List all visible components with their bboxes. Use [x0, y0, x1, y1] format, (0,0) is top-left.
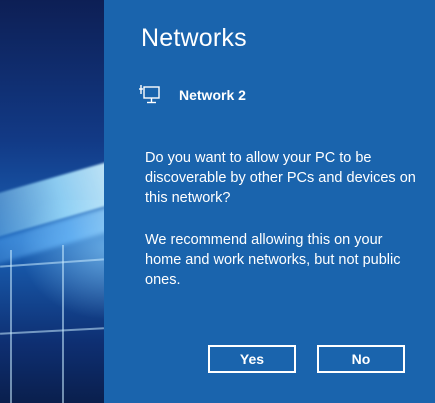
wallpaper-window-frame [10, 250, 12, 403]
network-name: Network 2 [179, 87, 246, 103]
no-button[interactable]: No [317, 345, 405, 373]
network-item[interactable]: Network 2 [138, 82, 246, 108]
recommendation-text: We recommend allowing this on your home … [145, 232, 401, 288]
yes-button[interactable]: Yes [208, 345, 296, 373]
flyout-title: Networks [141, 24, 247, 52]
wallpaper-window-frame [0, 327, 104, 335]
wired-network-icon [138, 84, 162, 106]
discoverable-question: Do you want to allow your PC to be disco… [145, 150, 416, 206]
wallpaper-window-frame [62, 245, 64, 403]
desktop-wallpaper [0, 0, 104, 403]
networks-flyout: Networks Network 2 Do you want to allow … [104, 0, 435, 403]
